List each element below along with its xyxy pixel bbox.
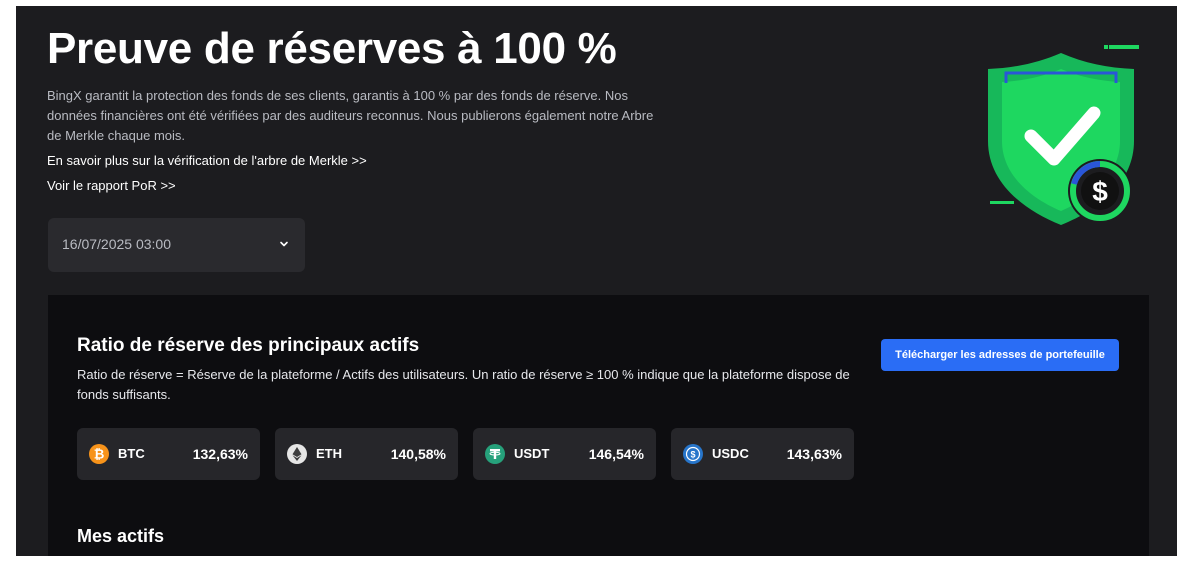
asset-symbol: USDC (712, 446, 749, 461)
asset-ratio: 132,63% (192, 446, 248, 462)
merkle-link[interactable]: En savoir plus sur la vérification de l'… (47, 153, 367, 168)
svg-text:$: $ (690, 450, 695, 460)
asset-symbol: USDT (514, 446, 550, 461)
asset-card-usdc: $ USDC 143,63% (671, 428, 854, 480)
asset-card-usdt: USDT 146,54% (473, 428, 656, 480)
page-title: Preuve de réserves à 100 % (47, 24, 617, 73)
page-description: BingX garantit la protection des fonds d… (47, 88, 654, 143)
svg-text:₿: ₿ (94, 447, 105, 462)
date-select[interactable]: 16/07/2025 03:00 (48, 218, 305, 272)
my-assets-title: Mes actifs (77, 526, 165, 546)
eth-icon (287, 444, 307, 464)
reserve-ratio-description: Ratio de réserve = Réserve de la platefo… (77, 367, 850, 402)
asset-ratio: 146,54% (588, 446, 644, 462)
asset-card-eth: ETH 140,58% (275, 428, 458, 480)
asset-ratio: 140,58% (390, 446, 446, 462)
asset-symbol: BTC (118, 446, 145, 461)
shield-check-illustration: $ (988, 45, 1139, 225)
download-wallet-addresses-button[interactable]: Télécharger les adresses de portefeuille (881, 339, 1119, 371)
asset-symbol: ETH (316, 446, 342, 461)
reserve-panel: Ratio de réserve des principaux actifs R… (48, 295, 1149, 556)
reserve-ratio-title: Ratio de réserve des principaux actifs (77, 335, 420, 356)
date-select-value: 16/07/2025 03:00 (62, 236, 171, 252)
asset-ratio: 143,63% (786, 446, 842, 462)
por-page: Preuve de réserves à 100 % BingX garanti… (16, 6, 1177, 556)
svg-text:$: $ (1092, 176, 1108, 207)
chevron-down-icon (280, 241, 288, 247)
usdc-icon: $ (683, 444, 703, 464)
asset-card-btc: ₿ BTC 132,63% (77, 428, 260, 480)
btc-icon: ₿ (89, 444, 109, 464)
usdt-icon (485, 444, 505, 464)
por-report-link[interactable]: Voir le rapport PoR >> (47, 178, 176, 193)
